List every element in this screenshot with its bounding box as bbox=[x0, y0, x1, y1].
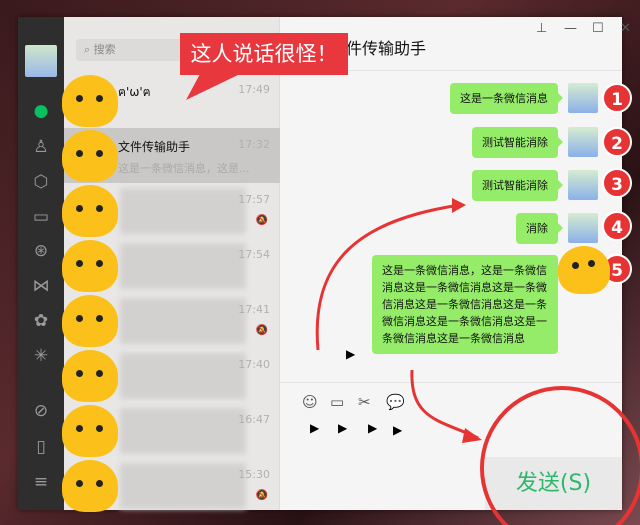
arrow-line bbox=[315, 203, 461, 351]
arrow-head bbox=[452, 198, 466, 213]
highlight-circle bbox=[480, 386, 640, 525]
annotation-arrows bbox=[186, 74, 640, 525]
arrow-head bbox=[462, 428, 482, 443]
arrow-line bbox=[410, 369, 479, 440]
annotation-callout: 这人说话很怪！ bbox=[180, 33, 348, 75]
callout-tail bbox=[186, 74, 240, 100]
